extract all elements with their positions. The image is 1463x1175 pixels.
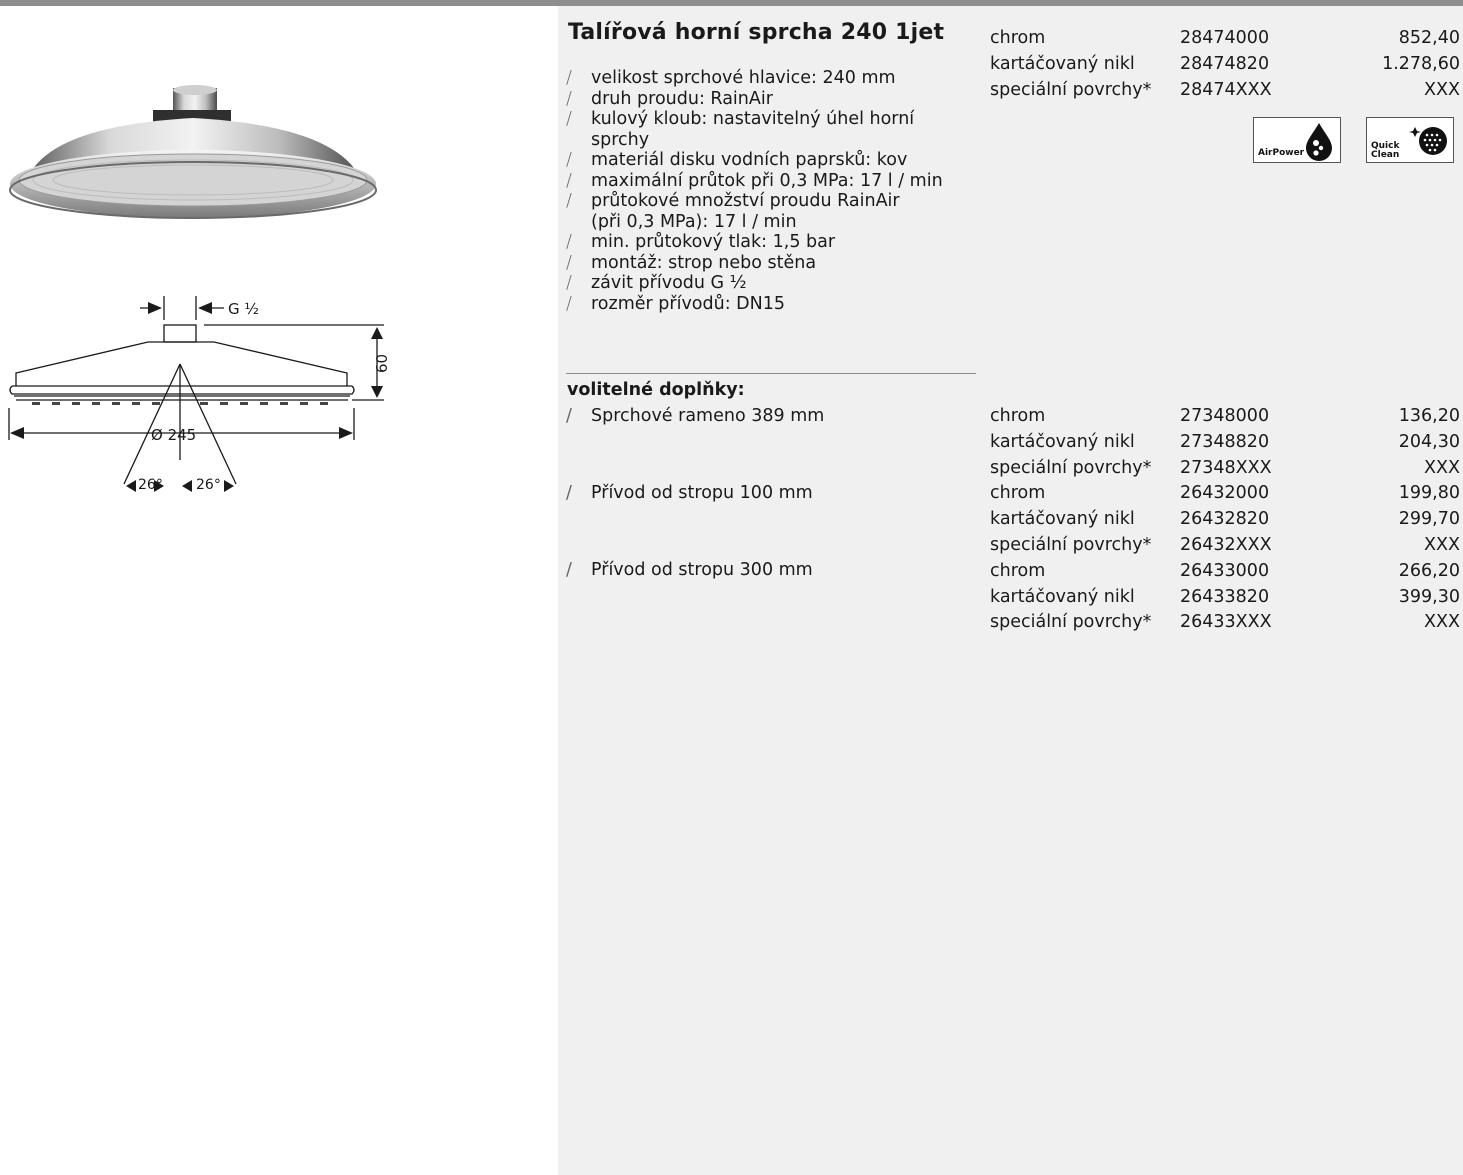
article-code: 26432XXX xyxy=(1180,534,1272,555)
variant-row: speciální povrchy* 26432XXX XXX xyxy=(990,534,1460,560)
spec-item: materiál disku vodních paprsků: kov xyxy=(566,150,978,171)
finish-name: chrom xyxy=(990,483,1046,504)
finish-name: speciální povrchy* xyxy=(990,534,1152,555)
product-title: Talířová horní sprcha 240 1jet xyxy=(568,20,945,45)
spec-item: druh proudu: RainAir xyxy=(566,89,978,110)
variant-row: chrom 26433000 266,20 xyxy=(990,560,1460,586)
height-dimension-label: 60 xyxy=(373,354,391,373)
variant-row: chrom 26432000 199,80 xyxy=(990,482,1460,508)
article-code: 26433XXX xyxy=(1180,612,1272,633)
finish-name: chrom xyxy=(990,28,1046,48)
price: 852,40 xyxy=(1398,28,1460,48)
variant-row: speciální povrchy* 26433XXX XXX xyxy=(990,611,1460,637)
accessory-list: Přívod od stropu 300 mm xyxy=(566,559,813,581)
finish-name: speciální povrchy* xyxy=(990,457,1152,478)
spec-item: průtokové množství proudu RainAir xyxy=(566,191,978,212)
spec-list: velikost sprchové hlavice: 240 mm druh p… xyxy=(566,68,978,314)
spec-item: závit přívodu G ½ xyxy=(566,273,978,294)
airpower-label: AirPower xyxy=(1258,148,1305,158)
technical-drawing: G ½ 60 Ø 245 26° 26° xyxy=(8,296,391,493)
article-code: 27348XXX xyxy=(1180,457,1272,478)
angle-right-label: 26° xyxy=(196,477,221,493)
spec-item: montáž: strop nebo stěna xyxy=(566,253,978,274)
article-code: 28474XXX xyxy=(1180,79,1272,100)
variant-row: kartáčovaný nikl 26433820 399,30 xyxy=(990,586,1460,612)
thread-dimension-label: G ½ xyxy=(228,300,259,318)
variant-row: kartáčovaný nikl 26432820 299,70 xyxy=(990,508,1460,534)
price: 204,30 xyxy=(1398,431,1460,452)
price: 1.278,60 xyxy=(1382,53,1460,74)
spec-item: rozměr přívodů: DN15 xyxy=(566,294,978,315)
product-variant-table: chrom 28474000 852,40 kartáčovaný nikl 2… xyxy=(990,27,1460,104)
spec-item: maximální průtok při 0,3 MPa: 17 l / min xyxy=(566,171,978,192)
article-code: 28474000 xyxy=(1180,28,1270,48)
airpower-icon xyxy=(1306,123,1332,161)
price: XXX xyxy=(1424,79,1460,100)
price: 199,80 xyxy=(1398,483,1460,504)
quickclean-badge: Quick Clean xyxy=(1366,117,1454,163)
price: 399,30 xyxy=(1398,586,1460,607)
variant-row: chrom 27348000 136,20 xyxy=(990,405,1460,431)
spec-item-continuation: (při 0,3 MPa): 17 l / min xyxy=(591,211,797,232)
spec-item: velikost sprchové hlavice: 240 mm xyxy=(566,68,978,89)
spec-item: min. průtokový tlak: 1,5 bar xyxy=(566,232,978,253)
article-code: 26433820 xyxy=(1180,586,1270,607)
airpower-badge: AirPower xyxy=(1253,117,1341,163)
accessory-item: Přívod od stropu 300 mm xyxy=(566,559,813,581)
finish-name: chrom xyxy=(990,406,1046,426)
shower-head-photo xyxy=(9,85,377,219)
quickclean-label-line2: Clean xyxy=(1371,150,1400,160)
article-code: 26433000 xyxy=(1180,560,1270,581)
finish-name: kartáčovaný nikl xyxy=(990,431,1135,452)
variant-row: chrom 28474000 852,40 xyxy=(990,27,1460,53)
price: XXX xyxy=(1424,612,1460,633)
variant-row: kartáčovaný nikl 27348820 204,30 xyxy=(990,431,1460,457)
accessory-list: Sprchové rameno 389 mm xyxy=(566,405,824,427)
article-code: 27348000 xyxy=(1180,406,1270,426)
finish-name: chrom xyxy=(990,560,1046,581)
price: 136,20 xyxy=(1398,406,1460,426)
price: 266,20 xyxy=(1398,560,1460,581)
quickclean-icon xyxy=(1409,127,1447,155)
accessory-variant-table: chrom 27348000 136,20 kartáčovaný nikl 2… xyxy=(990,405,1460,637)
finish-name: speciální povrchy* xyxy=(990,79,1152,100)
spec-item-continuation: sprchy xyxy=(591,129,650,150)
variant-row: kartáčovaný nikl 28474820 1.278,60 xyxy=(990,53,1460,79)
finish-name: kartáčovaný nikl xyxy=(990,586,1135,607)
spec-item: kulový kloub: nastavitelný úhel horní xyxy=(566,109,978,130)
angle-left-label: 26° xyxy=(138,477,163,493)
price: 299,70 xyxy=(1398,509,1460,530)
section-divider xyxy=(566,373,976,374)
article-code: 27348820 xyxy=(1180,431,1270,452)
diameter-dimension-label: Ø 245 xyxy=(151,426,196,444)
accessory-item: Přívod od stropu 100 mm xyxy=(566,482,813,504)
article-code: 28474820 xyxy=(1180,53,1270,74)
article-code: 26432820 xyxy=(1180,509,1270,530)
optional-accessories-heading: volitelné doplňky: xyxy=(567,380,745,400)
variant-row: speciální povrchy* 27348XXX XXX xyxy=(990,457,1460,483)
finish-name: kartáčovaný nikl xyxy=(990,53,1135,74)
accessory-list: Přívod od stropu 100 mm xyxy=(566,482,813,504)
accessory-item: Sprchové rameno 389 mm xyxy=(566,405,824,427)
article-code: 26432000 xyxy=(1180,483,1270,504)
finish-name: kartáčovaný nikl xyxy=(990,509,1135,530)
price: XXX xyxy=(1424,534,1460,555)
price: XXX xyxy=(1424,457,1460,478)
variant-row: speciální povrchy* 28474XXX XXX xyxy=(990,79,1460,105)
finish-name: speciální povrchy* xyxy=(990,612,1152,633)
